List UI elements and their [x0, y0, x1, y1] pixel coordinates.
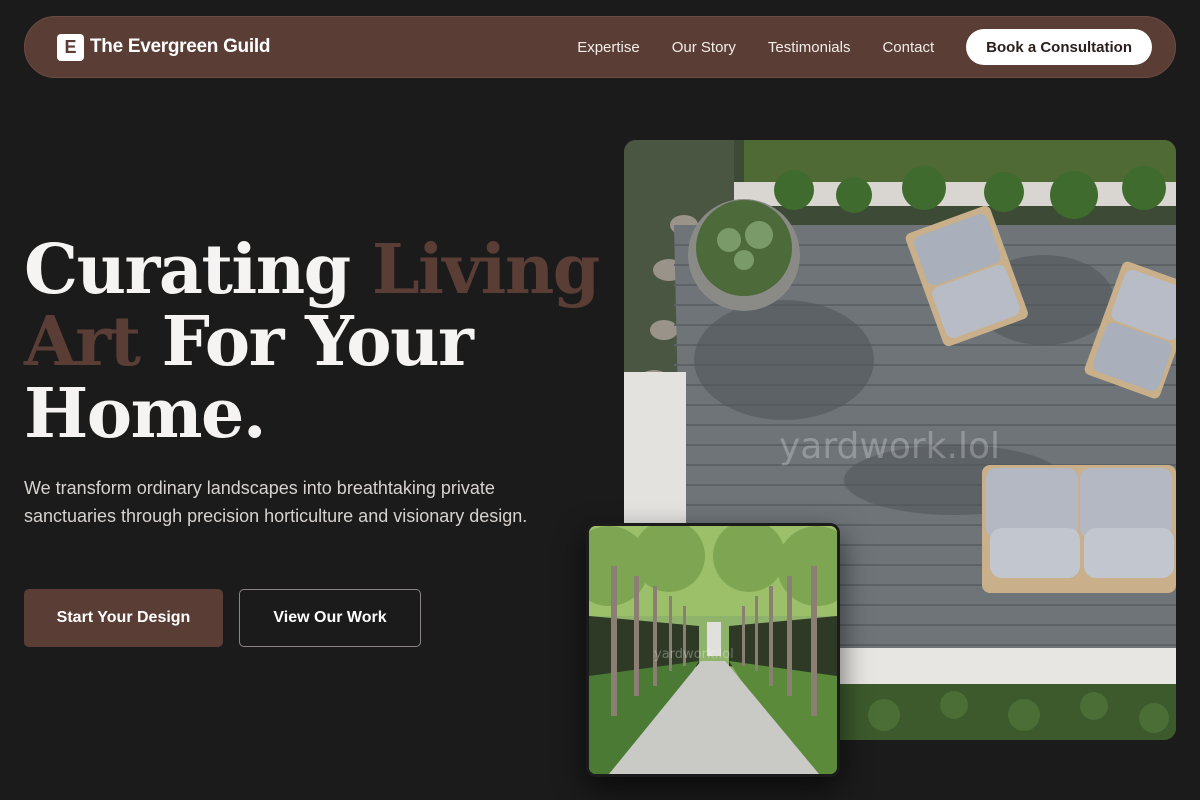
book-consultation-button[interactable]: Book a Consultation — [966, 29, 1152, 65]
hero-title-accent-living: Living — [371, 230, 600, 310]
start-design-button[interactable]: Start Your Design — [24, 589, 223, 647]
brand[interactable]: E The Evergreen Guild — [57, 33, 271, 61]
view-work-button[interactable]: View Our Work — [239, 589, 421, 647]
main-watermark: yardwork.lol — [779, 426, 1000, 467]
hero-title-part1: Curating — [24, 230, 372, 310]
small-watermark: yardwork.lol — [654, 647, 734, 662]
hero-subtitle: We transform ordinary landscapes into br… — [24, 478, 528, 526]
nav-link-our-story[interactable]: Our Story — [672, 39, 736, 56]
nav-link-testimonials[interactable]: Testimonials — [768, 39, 851, 56]
hero-title: Curating Living Art For Your Home. — [24, 234, 604, 450]
hero-title-accent-art: Art — [24, 302, 141, 382]
nav-link-contact[interactable]: Contact — [882, 39, 934, 56]
tree-lined-path-photo: yardwork.lol — [586, 523, 840, 777]
top-navbar: E The Evergreen Guild Expertise Our Stor… — [24, 16, 1176, 78]
nav-links: Expertise Our Story Testimonials Contact… — [577, 29, 1152, 65]
brand-name: The Evergreen Guild — [90, 36, 271, 57]
logo-icon: E — [57, 33, 84, 61]
nav-link-expertise[interactable]: Expertise — [577, 39, 640, 56]
